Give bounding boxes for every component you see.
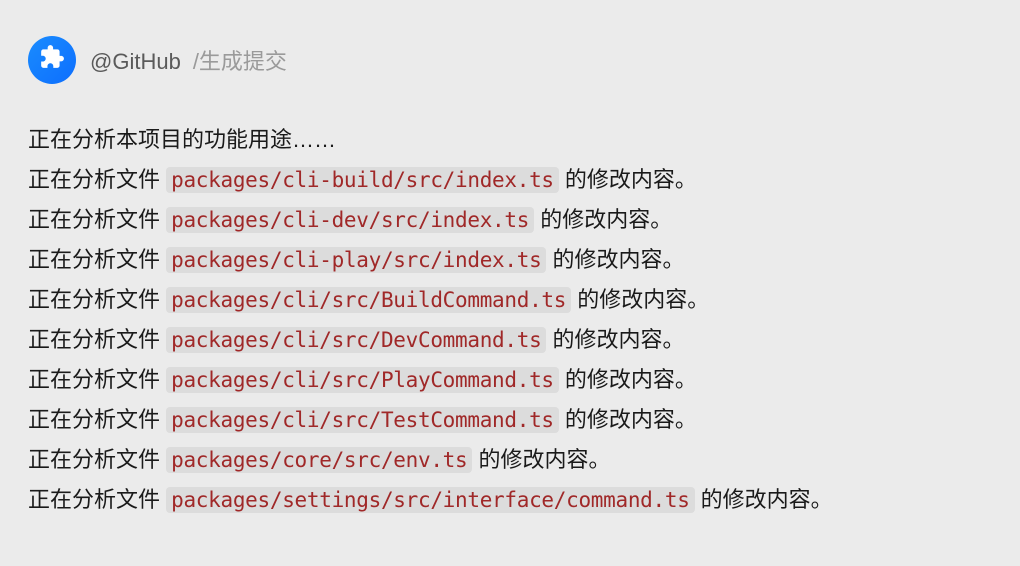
file-line: 正在分析文件 packages/cli-build/src/index.ts 的…	[28, 160, 992, 200]
header: @GitHub /生成提交	[28, 36, 992, 84]
file-line: 正在分析文件 packages/cli-dev/src/index.ts 的修改…	[28, 200, 992, 240]
line-suffix: 的修改内容。	[559, 407, 697, 432]
line-suffix: 的修改内容。	[534, 207, 672, 232]
line-suffix: 的修改内容。	[472, 447, 610, 472]
line-suffix: 的修改内容。	[559, 167, 697, 192]
file-path: packages/cli/src/BuildCommand.ts	[166, 287, 571, 313]
line-suffix: 的修改内容。	[546, 327, 684, 352]
avatar	[28, 36, 76, 84]
header-text: @GitHub /生成提交	[90, 44, 287, 76]
line-prefix: 正在分析文件	[28, 167, 166, 192]
file-path: packages/core/src/env.ts	[166, 447, 472, 473]
file-line: 正在分析文件 packages/cli/src/BuildCommand.ts …	[28, 280, 992, 320]
line-prefix: 正在分析文件	[28, 327, 166, 352]
line-prefix: 正在分析文件	[28, 447, 166, 472]
puzzle-icon	[39, 44, 65, 76]
line-suffix: 的修改内容。	[695, 487, 833, 512]
line-prefix: 正在分析文件	[28, 247, 166, 272]
file-line: 正在分析文件 packages/core/src/env.ts 的修改内容。	[28, 440, 992, 480]
file-path: packages/cli/src/TestCommand.ts	[166, 407, 559, 433]
line-prefix: 正在分析文件	[28, 287, 166, 312]
line-prefix: 正在分析文件	[28, 207, 166, 232]
line-prefix: 正在分析文件	[28, 407, 166, 432]
file-line: 正在分析文件 packages/cli-play/src/index.ts 的修…	[28, 240, 992, 280]
line-suffix: 的修改内容。	[559, 367, 697, 392]
file-path: packages/cli/src/DevCommand.ts	[166, 327, 546, 353]
file-line: 正在分析文件 packages/cli/src/DevCommand.ts 的修…	[28, 320, 992, 360]
intro-line: 正在分析本项目的功能用途……	[28, 120, 992, 160]
file-path: packages/settings/src/interface/command.…	[166, 487, 694, 513]
file-path: packages/cli-dev/src/index.ts	[166, 207, 534, 233]
file-path: packages/cli/src/PlayCommand.ts	[166, 367, 559, 393]
file-path: packages/cli-play/src/index.ts	[166, 247, 546, 273]
file-line: 正在分析文件 packages/settings/src/interface/c…	[28, 480, 992, 520]
file-line: 正在分析文件 packages/cli/src/PlayCommand.ts 的…	[28, 360, 992, 400]
file-line: 正在分析文件 packages/cli/src/TestCommand.ts 的…	[28, 400, 992, 440]
line-suffix: 的修改内容。	[546, 247, 684, 272]
line-prefix: 正在分析文件	[28, 487, 166, 512]
line-prefix: 正在分析文件	[28, 367, 166, 392]
line-suffix: 的修改内容。	[571, 287, 709, 312]
file-path: packages/cli-build/src/index.ts	[166, 167, 559, 193]
slash-command[interactable]: /生成提交	[193, 44, 287, 76]
mention[interactable]: @GitHub	[90, 49, 181, 75]
content: 正在分析本项目的功能用途…… 正在分析文件 packages/cli-build…	[28, 120, 992, 520]
